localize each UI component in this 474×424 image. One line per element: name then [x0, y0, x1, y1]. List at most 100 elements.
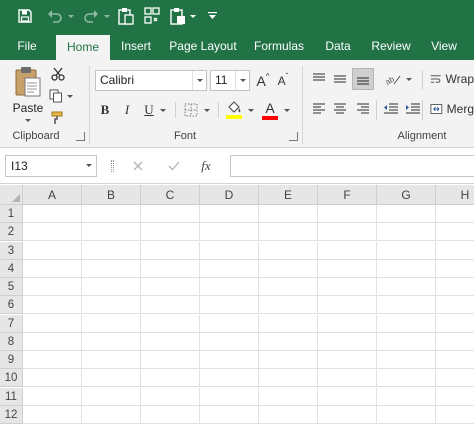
fill-color-dropdown-icon[interactable]: [246, 100, 256, 120]
cell-a3[interactable]: [23, 241, 82, 260]
orientation-dropdown-icon[interactable]: [404, 70, 414, 88]
cell-b12[interactable]: [82, 405, 141, 424]
column-header-h[interactable]: H: [436, 185, 474, 205]
column-header-b[interactable]: B: [82, 185, 141, 205]
cell-f8[interactable]: [318, 332, 377, 351]
cell-f4[interactable]: [318, 259, 377, 278]
cell-b9[interactable]: [82, 351, 141, 369]
fill-color-button[interactable]: [224, 98, 244, 122]
cell-d7[interactable]: [200, 314, 259, 333]
orientation-button[interactable]: ab: [382, 70, 404, 88]
customize-qat-icon[interactable]: [205, 5, 219, 27]
copy-button[interactable]: [48, 87, 74, 105]
borders-dropdown-icon[interactable]: [202, 100, 212, 120]
cell-d12[interactable]: [200, 405, 259, 424]
row-header-9[interactable]: 9: [0, 351, 23, 369]
cell-b10[interactable]: [82, 369, 141, 388]
cell-e9[interactable]: [259, 351, 318, 369]
row-header-2[interactable]: 2: [0, 223, 23, 242]
row-header-3[interactable]: 3: [0, 241, 23, 260]
cell-g11[interactable]: [377, 387, 436, 406]
increase-indent-button[interactable]: [404, 100, 422, 118]
cell-a1[interactable]: [23, 205, 82, 223]
cell-h4[interactable]: [436, 260, 474, 278]
cell-b1[interactable]: [82, 205, 141, 223]
cell-c9[interactable]: [141, 351, 200, 369]
cell-a12[interactable]: [23, 405, 82, 424]
underline-button[interactable]: U: [142, 100, 156, 120]
worksheet-grid[interactable]: A B C D E F G H 1 2 3 4 5 6 7 8 9 10 11 12: [0, 185, 474, 424]
cell-b4[interactable]: [82, 259, 141, 278]
cell-e10[interactable]: [259, 369, 318, 388]
bold-button[interactable]: B: [98, 100, 112, 120]
cell-b6[interactable]: [82, 296, 141, 315]
column-header-c[interactable]: C: [141, 185, 200, 205]
cell-d4[interactable]: [200, 259, 259, 278]
cell-a11[interactable]: [23, 387, 82, 406]
cell-e7[interactable]: [259, 314, 318, 333]
decrease-indent-button[interactable]: [382, 100, 400, 118]
cell-c3[interactable]: [141, 241, 200, 260]
cell-f7[interactable]: [318, 314, 377, 333]
row-header-11[interactable]: 11: [0, 387, 23, 406]
cell-c8[interactable]: [141, 332, 200, 351]
cell-a6[interactable]: [23, 296, 82, 315]
cell-e12[interactable]: [259, 405, 318, 424]
tab-review[interactable]: Review: [366, 32, 416, 60]
cell-a7[interactable]: [23, 314, 82, 333]
align-right-button[interactable]: [354, 100, 372, 118]
cell-d1[interactable]: [200, 205, 259, 223]
cell-h1[interactable]: [436, 205, 474, 223]
cell-h5[interactable]: [436, 278, 474, 296]
cell-c12[interactable]: [141, 405, 200, 424]
cell-c6[interactable]: [141, 296, 200, 315]
cell-f6[interactable]: [318, 296, 377, 315]
paste-options-dropdown-icon[interactable]: [188, 5, 198, 27]
cell-f3[interactable]: [318, 241, 377, 260]
cell-h10[interactable]: [436, 369, 474, 388]
cancel-icon[interactable]: [125, 155, 151, 177]
cell-h6[interactable]: [436, 296, 474, 315]
tab-page-layout[interactable]: Page Layout: [166, 32, 240, 60]
row-header-10[interactable]: 10: [0, 369, 23, 388]
cell-g10[interactable]: [377, 369, 436, 388]
cell-c5[interactable]: [141, 278, 200, 296]
cell-a9[interactable]: [23, 351, 82, 369]
column-header-e[interactable]: E: [259, 185, 318, 205]
cell-b7[interactable]: [82, 314, 141, 333]
cell-e11[interactable]: [259, 387, 318, 406]
column-header-a[interactable]: A: [23, 185, 82, 205]
cell-g8[interactable]: [377, 332, 436, 351]
cell-d9[interactable]: [200, 351, 259, 369]
row-header-12[interactable]: 12: [0, 405, 23, 424]
cell-f5[interactable]: [318, 278, 377, 296]
insert-function-button[interactable]: fx: [193, 155, 219, 177]
cell-g1[interactable]: [377, 205, 436, 223]
cell-f11[interactable]: [318, 387, 377, 406]
cell-h12[interactable]: [436, 406, 474, 424]
format-painter-button[interactable]: [48, 109, 68, 127]
font-launcher-icon[interactable]: [289, 132, 298, 141]
align-left-button[interactable]: [310, 100, 328, 118]
cell-h7[interactable]: [436, 315, 474, 333]
undo-dropdown-icon[interactable]: [66, 5, 76, 27]
cell-e5[interactable]: [259, 278, 318, 296]
cell-e6[interactable]: [259, 296, 318, 315]
font-color-button[interactable]: A: [260, 98, 280, 122]
font-color-dropdown-icon[interactable]: [282, 100, 292, 120]
cell-f10[interactable]: [318, 369, 377, 388]
cell-c2[interactable]: [141, 223, 200, 242]
tab-formulas[interactable]: Formulas: [250, 32, 308, 60]
cell-h11[interactable]: [436, 388, 474, 406]
redo-dropdown-icon[interactable]: [102, 5, 112, 27]
cell-g6[interactable]: [377, 296, 436, 315]
name-box[interactable]: I13: [5, 155, 97, 177]
tab-insert[interactable]: Insert: [114, 32, 158, 60]
paste-icon[interactable]: [116, 5, 136, 27]
cell-c1[interactable]: [141, 205, 200, 223]
cell-c4[interactable]: [141, 259, 200, 278]
cell-c11[interactable]: [141, 387, 200, 406]
top-align-button[interactable]: [310, 70, 328, 88]
cell-e2[interactable]: [259, 223, 318, 242]
cell-c10[interactable]: [141, 369, 200, 388]
